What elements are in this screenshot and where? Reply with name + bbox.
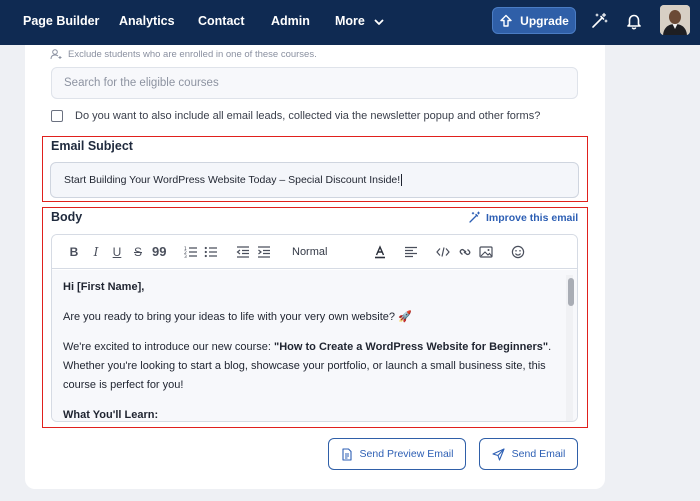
bold-icon[interactable]: B (67, 245, 81, 259)
indent-icon[interactable] (257, 245, 271, 259)
email-subject-input[interactable]: Start Building Your WordPress Website To… (50, 162, 579, 198)
exclude-students-row: Exclude students who are enrolled in one… (50, 48, 317, 60)
align-icon[interactable] (404, 245, 418, 259)
upgrade-label: Upgrade (520, 13, 569, 28)
svg-text:3: 3 (184, 254, 187, 259)
user-minus-icon (50, 49, 62, 60)
image-icon[interactable] (479, 245, 493, 259)
nav-analytics[interactable]: Analytics (119, 0, 175, 45)
greeting-line: Hi [First Name], (63, 281, 145, 293)
include-leads-row[interactable]: Do you want to also include all email le… (51, 110, 540, 122)
include-leads-checkbox[interactable] (51, 110, 63, 122)
underline-icon[interactable]: U (110, 245, 124, 259)
email-subject-label: Email Subject (51, 139, 133, 153)
user-avatar[interactable] (660, 5, 690, 35)
code-icon[interactable] (436, 245, 450, 259)
bell-icon[interactable] (625, 12, 643, 30)
rich-text-editor: B I U S 99 1 2 3 Normal Hi [First Name],… (51, 234, 578, 422)
nav-more-label: More (335, 14, 365, 28)
intro-paragraph: Are you ready to bring your ideas to lif… (63, 311, 412, 323)
italic-icon[interactable]: I (89, 245, 103, 259)
top-navbar: Page Builder Analytics Contact Admin Mor… (0, 0, 700, 45)
body-label: Body (51, 210, 83, 224)
chevron-down-icon (374, 19, 384, 25)
nav-page-builder[interactable]: Page Builder (23, 0, 99, 45)
upgrade-button[interactable]: Upgrade (492, 7, 576, 34)
link-icon[interactable] (458, 245, 472, 259)
send-preview-label: Send Preview Email (359, 448, 454, 460)
document-icon (341, 447, 352, 461)
text-color-icon[interactable] (373, 245, 387, 259)
improve-email-button[interactable]: Improve this email (468, 211, 578, 224)
ordered-list-icon[interactable]: 1 2 3 (184, 245, 198, 259)
send-icon (492, 447, 505, 461)
editor-toolbar: B I U S 99 1 2 3 Normal (52, 235, 577, 269)
avatar-photo (660, 5, 690, 35)
magic-wand-icon[interactable] (590, 12, 608, 30)
improve-email-label: Improve this email (486, 211, 579, 224)
emoji-icon[interactable] (511, 245, 525, 259)
include-leads-label: Do you want to also include all email le… (75, 110, 541, 122)
course-paragraph-prefix: We're excited to introduce our new cours… (63, 341, 275, 353)
nav-admin[interactable]: Admin (271, 0, 310, 45)
upgrade-icon (500, 14, 512, 27)
course-search-input[interactable]: Search for the eligible courses (51, 67, 578, 99)
nav-contact[interactable]: Contact (198, 0, 245, 45)
editor-content[interactable]: Hi [First Name], Are you ready to bring … (52, 270, 577, 421)
exclude-students-text: Exclude students who are enrolled in one… (68, 48, 317, 60)
outdent-icon[interactable] (236, 245, 250, 259)
course-paragraph: We're excited to introduce our new cours… (63, 338, 569, 395)
magic-wand-icon (469, 211, 480, 223)
send-email-label: Send Email (511, 448, 566, 460)
bullet-list-icon[interactable] (204, 245, 218, 259)
editor-scrollbar-thumb[interactable] (568, 278, 574, 306)
strikethrough-icon[interactable]: S (131, 245, 145, 259)
nav-more[interactable]: More (335, 0, 384, 45)
send-preview-email-button[interactable]: Send Preview Email (328, 438, 466, 470)
course-title: "How to Create a WordPress Website for B… (274, 341, 549, 353)
learn-heading: What You'll Learn: (63, 409, 159, 421)
text-format-select[interactable]: Normal (292, 246, 327, 258)
email-subject-value: Start Building Your WordPress Website To… (64, 174, 401, 186)
blockquote-icon[interactable]: 99 (152, 245, 166, 259)
send-email-button[interactable]: Send Email (479, 438, 578, 470)
text-cursor (401, 174, 403, 187)
